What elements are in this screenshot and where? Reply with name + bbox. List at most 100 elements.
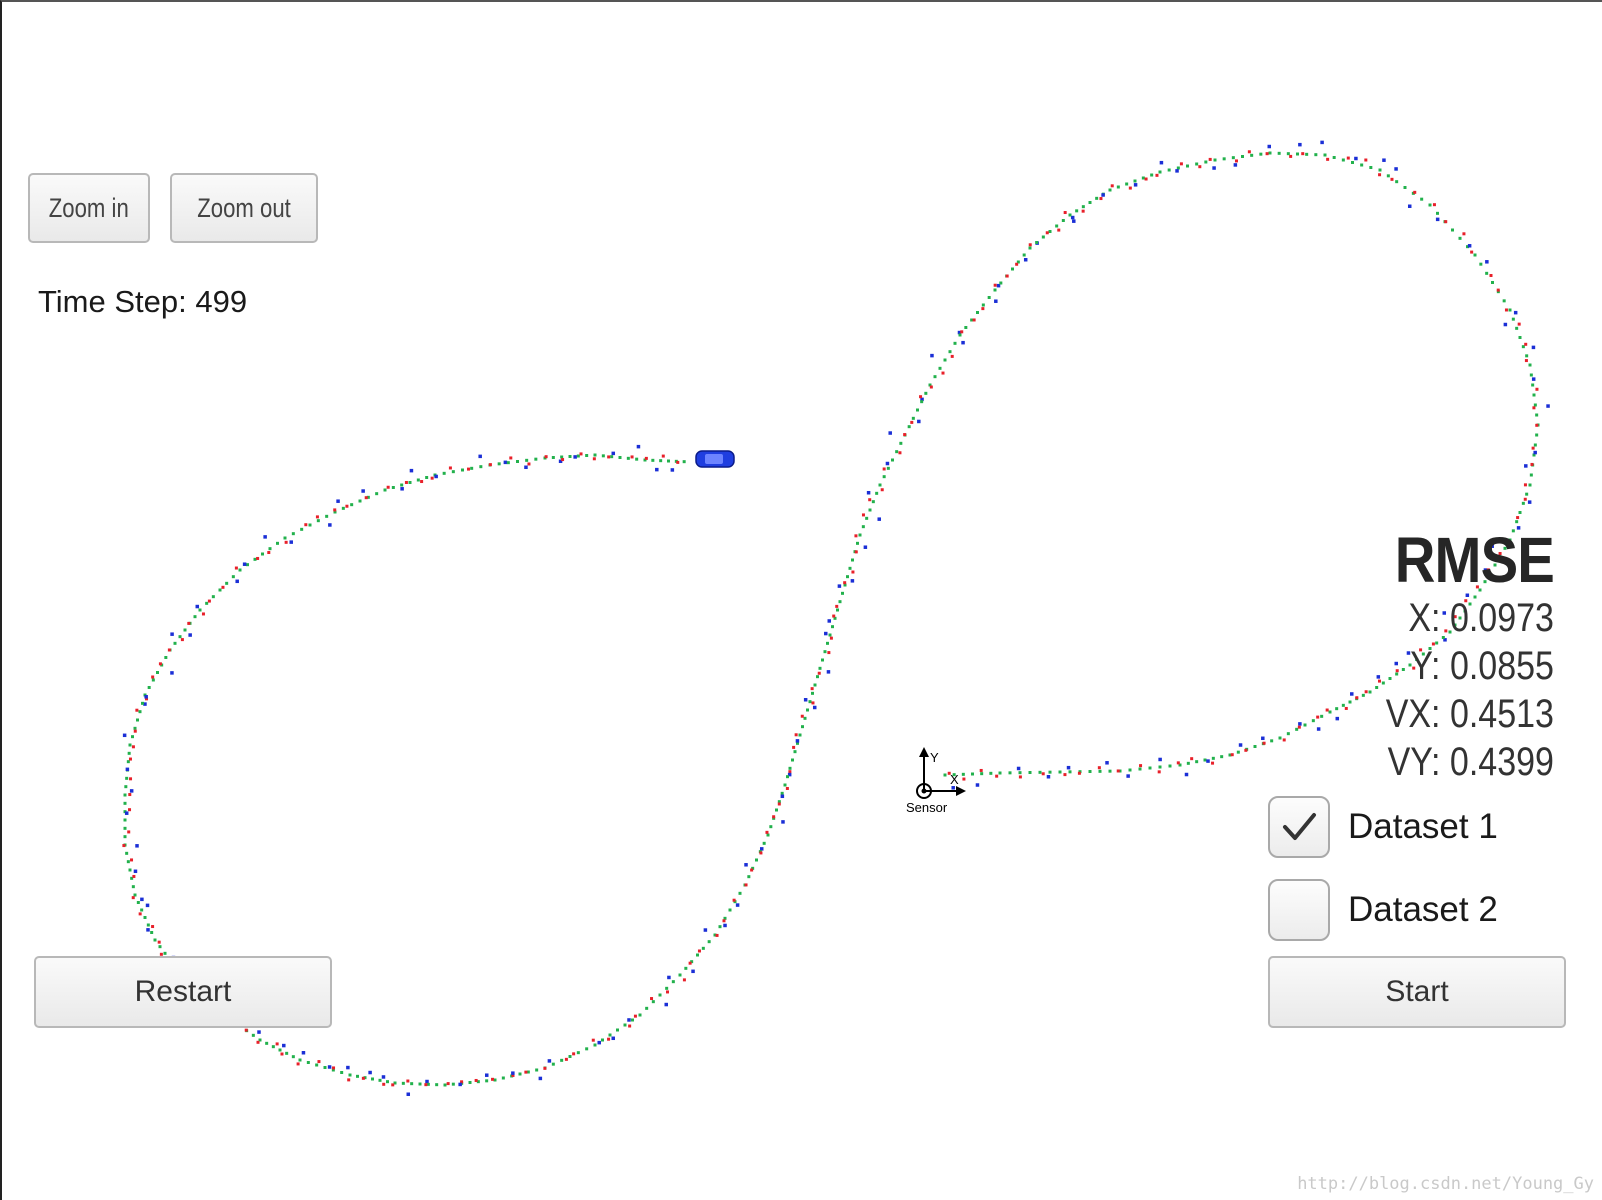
lidar-marker — [275, 1042, 279, 1046]
estimate-marker — [1075, 209, 1079, 213]
dataset-2-checkbox[interactable] — [1268, 879, 1330, 941]
lidar-marker — [128, 793, 132, 797]
estimate-marker — [871, 500, 875, 504]
estimate-marker — [150, 931, 154, 934]
estimate-marker — [899, 441, 903, 445]
estimate-marker — [1286, 152, 1290, 156]
estimate-marker — [1167, 168, 1171, 172]
radar-marker — [877, 517, 881, 521]
estimate-marker — [831, 625, 834, 629]
lidar-marker — [661, 454, 665, 458]
lidar-marker — [1211, 761, 1215, 765]
estimate-marker — [1369, 166, 1373, 169]
estimate-marker — [1403, 186, 1407, 189]
radar-marker — [425, 1079, 429, 1084]
radar-marker — [827, 619, 832, 623]
radar-marker — [1238, 743, 1243, 747]
lidar-marker — [333, 508, 337, 512]
estimate-marker — [601, 1038, 604, 1042]
rmse-y: Y: 0.0855 — [1410, 644, 1554, 688]
estimate-marker — [1028, 771, 1032, 774]
lidar-marker — [347, 1078, 351, 1082]
estimate-marker — [1048, 230, 1052, 233]
zoom-in-button[interactable]: Zoom in — [28, 173, 150, 243]
estimate-marker — [140, 908, 144, 912]
estimate-marker — [1018, 771, 1022, 775]
estimate-marker — [728, 908, 732, 912]
estimate-marker — [131, 735, 134, 739]
lidar-marker — [1316, 715, 1320, 719]
estimate-marker — [1328, 710, 1332, 714]
estimate-marker — [938, 366, 942, 370]
dataset-2-option[interactable]: Dataset 2 — [1268, 879, 1498, 941]
estimate-marker — [1141, 176, 1145, 180]
estimate-marker — [485, 1079, 489, 1083]
estimate-marker — [435, 1083, 439, 1087]
lidar-marker — [1099, 197, 1103, 201]
radar-marker — [1513, 310, 1518, 315]
lidar-marker — [950, 354, 954, 358]
lidar-marker — [817, 671, 821, 675]
estimate-marker — [1055, 224, 1059, 228]
estimate-marker — [803, 716, 807, 720]
estimate-marker — [1125, 182, 1129, 186]
estimate-marker — [1098, 769, 1102, 773]
lidar-marker — [1247, 150, 1251, 154]
lidar-marker — [1244, 748, 1248, 752]
estimate-marker — [1213, 158, 1217, 162]
estimate-marker — [560, 1058, 564, 1062]
radar-marker — [458, 1082, 462, 1087]
estimate-marker — [356, 1074, 359, 1078]
lidar-marker — [1265, 152, 1269, 156]
estimate-marker — [1138, 767, 1142, 771]
estimate-marker — [999, 281, 1003, 285]
estimate-marker — [1253, 745, 1257, 748]
estimate-marker — [953, 341, 957, 345]
radar-marker — [289, 540, 293, 544]
radar-marker — [538, 1076, 543, 1081]
radar-marker — [140, 897, 144, 902]
estimate-marker — [878, 483, 882, 487]
car-icon — [695, 450, 735, 468]
estimate-marker — [858, 533, 862, 537]
lidar-marker — [315, 515, 319, 519]
sensor-origin: Y X Sensor — [906, 747, 966, 815]
estimate-marker — [933, 375, 937, 379]
estimate-marker — [1395, 180, 1399, 184]
estimate-marker — [1535, 413, 1539, 417]
estimate-marker — [425, 476, 429, 479]
radar-marker — [1023, 258, 1028, 262]
estimate-marker — [1535, 433, 1539, 437]
radar-marker — [346, 1065, 350, 1070]
estimate-marker — [1491, 281, 1494, 284]
estimate-marker — [793, 750, 797, 754]
radar-marker — [406, 1092, 411, 1096]
estimate-marker — [762, 841, 766, 845]
estimate-marker — [791, 758, 794, 762]
dataset-1-checkbox[interactable] — [1268, 796, 1330, 858]
restart-button[interactable]: Restart — [34, 956, 332, 1028]
lidar-marker — [765, 830, 769, 834]
lidar-marker — [180, 638, 184, 642]
checkmark-icon — [1283, 813, 1316, 840]
lidar-marker — [361, 1076, 365, 1080]
radar-marker — [381, 1075, 386, 1079]
radar-marker — [1527, 500, 1532, 504]
radar-marker — [1175, 169, 1179, 173]
estimate-marker — [958, 333, 962, 337]
lidar-marker — [1176, 761, 1180, 765]
lidar-marker — [882, 467, 886, 471]
estimate-marker — [147, 686, 151, 689]
estimate-marker — [138, 710, 142, 714]
estimate-marker — [451, 1082, 455, 1086]
estimate-marker — [285, 1051, 289, 1055]
zoom-out-button[interactable]: Zoom out — [170, 173, 318, 243]
lidar-marker — [995, 774, 999, 778]
lidar-marker — [750, 868, 754, 872]
estimate-marker — [128, 743, 132, 747]
estimate-marker — [401, 1081, 405, 1085]
lidar-marker — [391, 1083, 395, 1087]
dataset-1-option[interactable]: Dataset 1 — [1268, 796, 1498, 858]
estimate-marker — [178, 635, 182, 639]
start-button[interactable]: Start — [1268, 956, 1566, 1028]
